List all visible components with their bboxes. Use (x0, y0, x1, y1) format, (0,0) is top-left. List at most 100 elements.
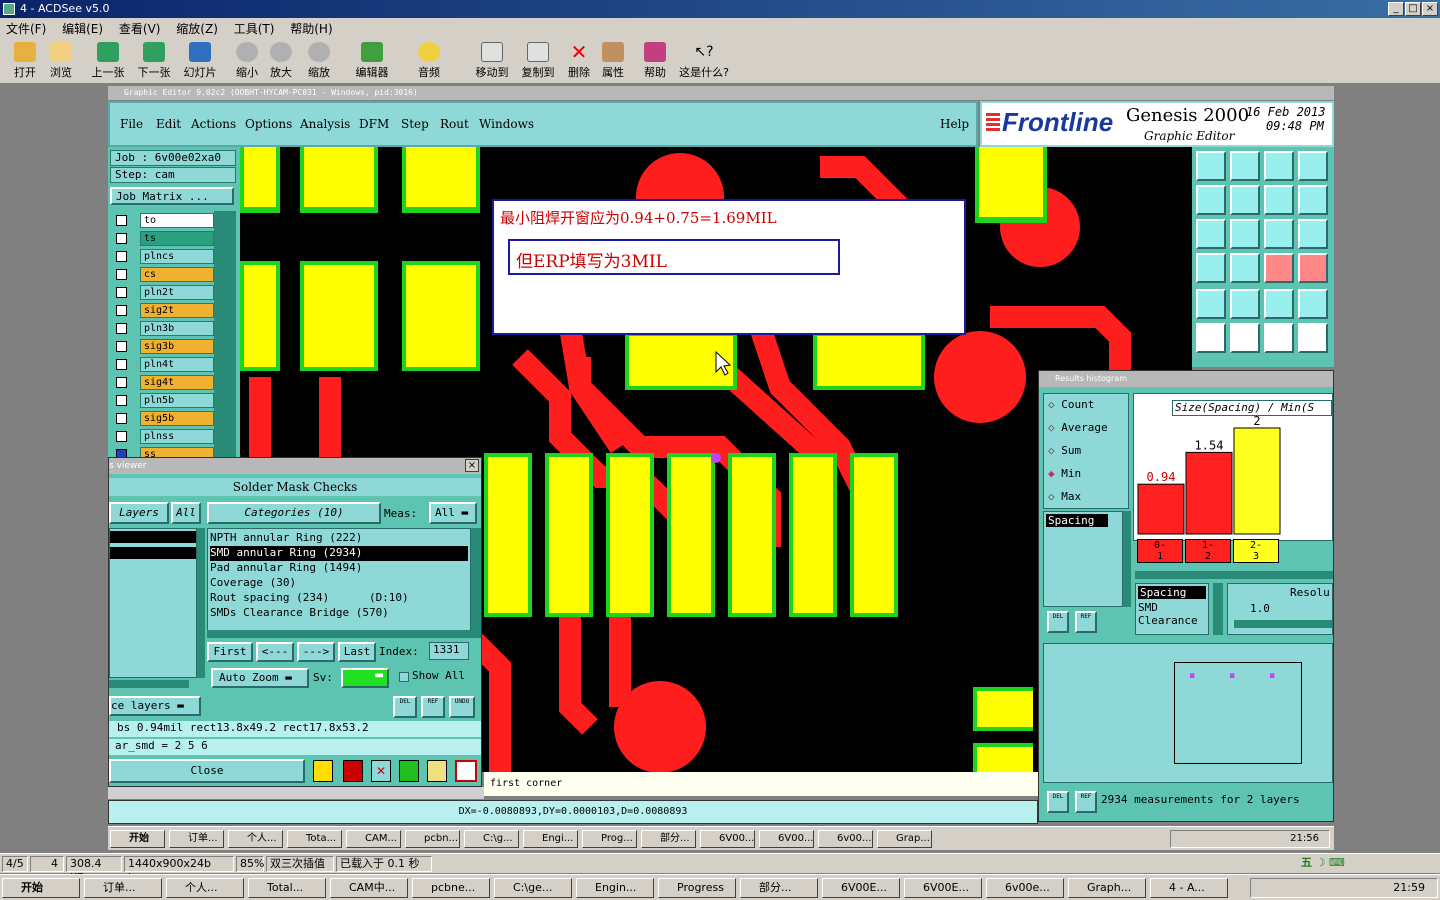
ime-bar[interactable]: 五 ☽ ⌨ (1298, 856, 1438, 872)
task-button[interactable]: 6V00E... (822, 878, 900, 898)
tool-icon[interactable] (1264, 323, 1294, 353)
tool-icon[interactable] (1230, 323, 1260, 353)
properties-button[interactable]: 属性 (598, 42, 628, 80)
hist-ref-button-2[interactable]: REF (1075, 791, 1097, 813)
menu-help[interactable]: 帮助(H) (284, 18, 338, 39)
tool-icon[interactable] (1196, 219, 1226, 249)
move-to-button[interactable]: 移动到 (472, 42, 512, 80)
menu-help-genesis[interactable]: Help (940, 117, 969, 131)
tool-icon[interactable] (1298, 219, 1328, 249)
layer-checkbox[interactable] (116, 323, 127, 334)
report-tool-icon[interactable] (427, 760, 447, 782)
layer-row-pln5b[interactable]: pln5b (110, 393, 214, 408)
task-button[interactable]: 订单... (169, 830, 224, 848)
task-button[interactable]: Grap... (877, 830, 932, 848)
histogram-tool-icon[interactable] (455, 760, 477, 782)
layer-checkbox[interactable] (116, 305, 127, 316)
open-button[interactable]: 打开 (10, 42, 40, 80)
layer-name[interactable]: pln4t (140, 357, 214, 372)
layer-name[interactable]: sig4t (140, 375, 214, 390)
sv-color-dropdown[interactable]: ▬ (341, 668, 389, 688)
histogram-bin-label[interactable]: 0- 1 (1137, 539, 1183, 563)
layer-checkbox[interactable] (116, 215, 127, 226)
task-button[interactable]: Tota... (287, 830, 342, 848)
layer-row-ts[interactable]: ts (110, 231, 214, 246)
type-list-item[interactable]: Clearance (1136, 614, 1208, 627)
menu-zoom[interactable]: 缩放(Z) (170, 18, 224, 39)
type-scrollbar[interactable] (1213, 583, 1223, 635)
del-button[interactable]: DEL (393, 696, 417, 718)
menu-windows[interactable]: Windows (479, 117, 534, 131)
tool-icon[interactable] (1196, 289, 1226, 319)
task-button[interactable]: 6V00E... (904, 878, 982, 898)
stat-option-min[interactable]: ◆ Min (1044, 463, 1128, 486)
layer-scrollbar[interactable] (214, 211, 236, 457)
menu-edit[interactable]: 编辑(E) (56, 18, 109, 39)
ref-button[interactable]: REF (421, 696, 445, 718)
radio-icon[interactable]: ◆ (1048, 467, 1061, 480)
tool-icon[interactable] (1298, 323, 1328, 353)
tool-icon[interactable] (1264, 185, 1294, 215)
layer-name[interactable]: pln5b (140, 393, 214, 408)
menu-actions[interactable]: Actions (191, 117, 236, 131)
menu-rout[interactable]: Rout (440, 117, 469, 131)
task-button[interactable]: Graph... (1068, 878, 1146, 898)
task-button[interactable]: Prog... (582, 830, 637, 848)
stat-option-count[interactable]: ◇ Count (1044, 394, 1128, 417)
first-button[interactable]: First (207, 642, 253, 662)
tool-icon[interactable] (1230, 185, 1260, 215)
tool-icon[interactable] (1196, 323, 1226, 353)
show-all-checkbox[interactable] (399, 672, 409, 682)
hist-del-button-2[interactable]: DEL (1047, 791, 1069, 813)
job-matrix-button[interactable]: Job Matrix ... (110, 187, 234, 205)
layer-name[interactable]: pln3b (140, 321, 214, 336)
layer-checkbox[interactable] (116, 341, 127, 352)
slideshow-button[interactable]: 幻灯片 (180, 42, 220, 80)
prev-button[interactable]: 上一张 (88, 42, 128, 80)
copy-to-button[interactable]: 复制到 (518, 42, 558, 80)
tool-icon[interactable] (1196, 185, 1226, 215)
viewer-close-icon[interactable]: × (465, 459, 479, 472)
layer-name[interactable]: pln2t (140, 285, 214, 300)
stat-option-sum[interactable]: ◇ Sum (1044, 440, 1128, 463)
menu-step[interactable]: Step (401, 117, 429, 131)
tool-icon[interactable] (1264, 253, 1294, 283)
layers-all-button[interactable]: All (171, 502, 201, 524)
tool-icon[interactable] (1298, 185, 1328, 215)
meas-dropdown[interactable]: All ▬ (429, 502, 477, 524)
menu-edit-genesis[interactable]: Edit (156, 117, 181, 131)
layer-checkbox[interactable] (116, 413, 127, 424)
green-tool-icon[interactable] (399, 760, 419, 782)
start-button[interactable]: 开始 (110, 830, 165, 848)
task-button[interactable]: 个人... (166, 878, 244, 898)
yellow-tool-icon[interactable] (313, 760, 333, 782)
category-item[interactable]: Coverage (30) (210, 576, 468, 591)
menu-analysis[interactable]: Analysis (300, 117, 350, 131)
layer-name[interactable]: ts (140, 231, 214, 246)
editor-button[interactable]: 编辑器 (352, 42, 392, 80)
delete-button[interactable]: ✕ 删除 (564, 42, 594, 80)
tool-icon[interactable] (1264, 289, 1294, 319)
zoom-button[interactable]: 缩放 (302, 42, 336, 80)
task-button[interactable]: C:\g... (464, 830, 519, 848)
prev-result-button[interactable]: <--- (256, 642, 294, 662)
browse-button[interactable]: 浏览 (46, 42, 76, 80)
task-button[interactable]: 部分... (740, 878, 818, 898)
task-button[interactable]: 部分... (641, 830, 696, 848)
type-list-item[interactable]: Spacing (1138, 586, 1206, 599)
radio-icon[interactable]: ◇ (1048, 398, 1061, 411)
undo-button[interactable]: UNDO (449, 696, 475, 718)
task-button[interactable]: 6v00e... (986, 878, 1064, 898)
zoom-in-button[interactable]: 放大 (266, 42, 296, 80)
stat-option-max[interactable]: ◇ Max (1044, 486, 1128, 509)
categories-tab[interactable]: Categories (10) (207, 502, 381, 524)
menu-tools[interactable]: 工具(T) (228, 18, 281, 39)
task-button[interactable]: C:\ge... (494, 878, 572, 898)
stat-option-average[interactable]: ◇ Average (1044, 417, 1128, 440)
layer-name[interactable]: sig2t (140, 303, 214, 318)
layers-hscroll[interactable] (109, 680, 189, 688)
type-list-item[interactable]: SMD (1136, 601, 1208, 614)
layer-row-plncs[interactable]: plncs (110, 249, 214, 264)
minimize-button[interactable]: _ (1388, 2, 1404, 16)
hist-ref-button[interactable]: REF (1075, 611, 1097, 633)
